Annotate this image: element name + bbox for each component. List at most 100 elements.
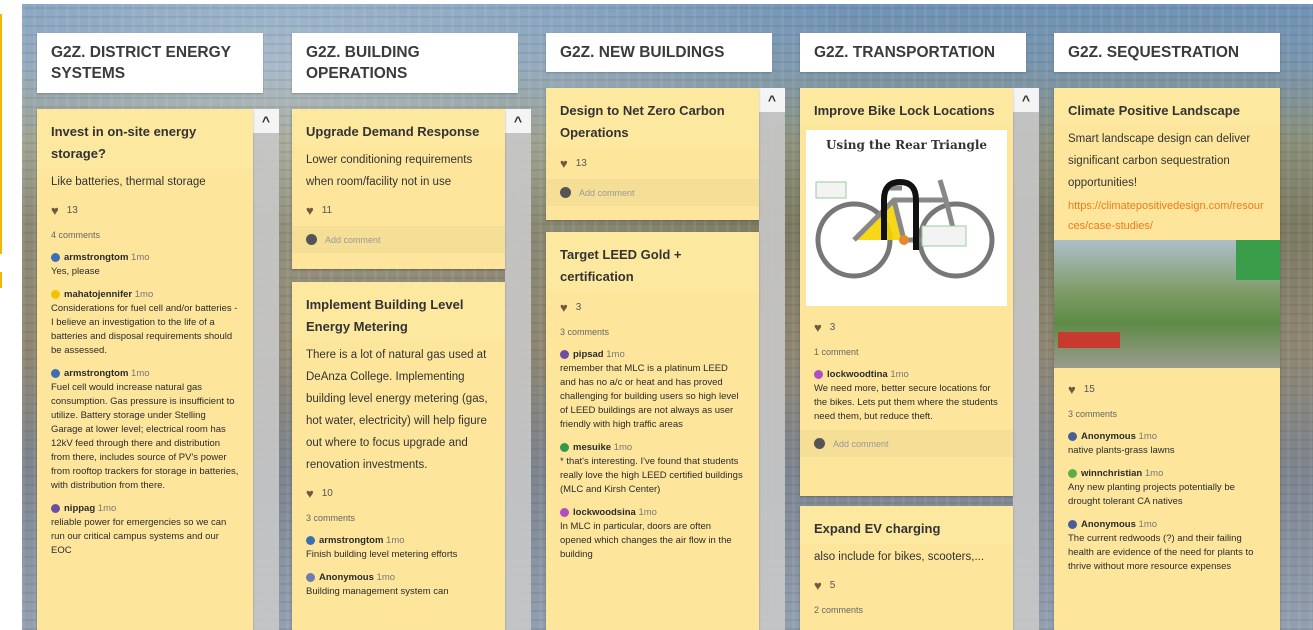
case-studies-link[interactable]: https://climatepositivedesign.com/resour… [1054, 196, 1280, 236]
heart-icon[interactable]: ♥ [814, 320, 822, 335]
comment: Anonymous 1mo Building management system … [292, 568, 505, 605]
image-caption: Using the Rear Triangle [825, 138, 988, 152]
comments-count[interactable]: 4 comments [37, 226, 253, 248]
card[interactable]: Upgrade Demand Response Lower conditioni… [292, 109, 505, 269]
comment: nippag 1mo reliable power for emergencies… [37, 499, 253, 564]
card[interactable]: Target LEED Gold + certification ♥ 3 3 co… [546, 232, 759, 630]
comment: Anonymous 1mo native plants-grass lawns [1054, 427, 1280, 464]
scroll-up-chevron-icon[interactable]: ^ [505, 109, 531, 133]
red-label-tag [1058, 332, 1120, 348]
green-corner-badge [1236, 240, 1280, 280]
column-scrollbar[interactable]: ^ [759, 88, 785, 630]
user-avatar-icon [560, 187, 571, 198]
bike-lock-image[interactable]: Using the Rear Triangle [806, 130, 1007, 306]
comment-author: nippag [64, 503, 96, 514]
like-row[interactable]: ♥ 5 [800, 570, 1013, 601]
scroll-up-chevron-icon[interactable]: ^ [759, 88, 785, 112]
like-count: 13 [575, 158, 587, 169]
heart-icon[interactable]: ♥ [1068, 382, 1076, 397]
avatar [560, 442, 569, 452]
like-row[interactable]: ♥ 13 [37, 195, 253, 226]
card-description: also include for bikes, scooters,... [814, 551, 985, 563]
card[interactable]: Implement Building Level Energy Metering… [292, 282, 505, 630]
like-count: 3 [575, 302, 582, 313]
comment-time: 1mo [638, 507, 657, 518]
heart-icon[interactable]: ♥ [814, 578, 822, 593]
comment-time: 1mo [1138, 519, 1158, 530]
avatar [814, 369, 823, 379]
comments-count[interactable]: 3 comments [546, 323, 759, 345]
heart-icon[interactable]: ♥ [306, 486, 314, 501]
comment-author: Anonymous [319, 572, 374, 583]
scroll-up-chevron-icon[interactable]: ^ [253, 109, 279, 133]
add-comment[interactable]: Add comment [546, 179, 759, 206]
comment-text: * that's interesting. I've found that st… [560, 456, 743, 495]
comment-author: armstrongtom [64, 252, 129, 263]
comments-count[interactable]: 1 comment [800, 343, 1013, 365]
comment-author: armstrongtom [319, 535, 384, 546]
comment-author: pipsad [573, 349, 604, 360]
heart-icon[interactable]: ♥ [306, 203, 314, 218]
add-comment[interactable]: Add comment [292, 226, 505, 253]
avatar [1068, 431, 1077, 441]
add-comment[interactable]: Add comment [800, 430, 1013, 457]
like-count: 11 [321, 205, 333, 216]
comment-author: Anonymous [1081, 519, 1136, 530]
comment: armstrongtom 1mo Yes, please [37, 248, 253, 285]
column-header: G2Z. NEW BUILDINGS [546, 33, 772, 72]
comment-text: remember that MLC is a platinum LEED and… [560, 363, 739, 430]
like-count: 15 [1083, 384, 1095, 395]
like-count: 5 [829, 580, 836, 591]
like-row[interactable]: ♥ 13 [546, 148, 759, 179]
avatar [1068, 519, 1077, 529]
card[interactable]: Invest in on-site energy storage? Like b… [37, 109, 253, 630]
comment-text: Building management system can [306, 586, 449, 597]
comment-time: 1mo [131, 368, 150, 379]
bicycle-illustration [815, 178, 995, 279]
like-row[interactable]: ♥ 3 [800, 312, 1013, 343]
column-header: G2Z. BUILDING OPERATIONS [292, 33, 518, 93]
comment-text: In MLC in particular, doors are often op… [560, 521, 732, 560]
comment-text: The current redwoods (?) and their faili… [1068, 533, 1254, 572]
column-scrollbar[interactable]: ^ [505, 109, 531, 630]
card-title: Expand EV charging [800, 506, 1013, 544]
column-header: G2Z. SEQUESTRATION [1054, 33, 1280, 72]
like-count: 3 [829, 322, 836, 333]
like-row[interactable]: ♥ 10 [292, 478, 505, 509]
card-description: Lower conditioning requirements when roo… [306, 154, 473, 188]
avatar [306, 572, 315, 582]
scroll-up-chevron-icon[interactable]: ^ [1013, 88, 1039, 112]
like-row[interactable]: ♥ 3 [546, 292, 759, 323]
like-row[interactable]: ♥ 11 [292, 195, 505, 226]
comments-count[interactable]: 3 comments [292, 509, 505, 531]
column-header: G2Z. DISTRICT ENERGY SYSTEMS [37, 33, 263, 93]
comment-time: 1mo [131, 252, 150, 263]
avatar [51, 289, 60, 299]
heart-icon[interactable]: ♥ [560, 300, 568, 315]
comments-count[interactable]: 2 comments [800, 601, 1013, 623]
like-count: 13 [66, 205, 78, 216]
card-title: Design to Net Zero Carbon Operations [546, 88, 759, 148]
comment-text: native plants-grass lawns [1068, 445, 1175, 456]
heart-icon[interactable]: ♥ [51, 203, 59, 218]
card[interactable]: Improve Bike Lock Locations Using the Re… [800, 88, 1013, 496]
card-description: There is a lot of natural gas used at De… [306, 349, 488, 471]
comment: armstrongtom 1mo Finish building level me… [292, 531, 505, 568]
board-background: G2Z. DISTRICT ENERGY SYSTEMS ^ Invest in… [22, 4, 1313, 630]
comment: pipsad 1mo remember that MLC is a platinu… [546, 345, 759, 438]
comments-count[interactable]: 3 comments [1054, 405, 1280, 427]
column-scrollbar[interactable]: ^ [253, 109, 279, 630]
column-scrollbar[interactable]: ^ [1013, 88, 1039, 630]
comment-time: 1mo [606, 349, 625, 360]
comment-time: 1mo [1138, 431, 1158, 442]
card[interactable]: Expand EV charging also include for bike… [800, 506, 1013, 630]
avatar [51, 252, 60, 262]
landscape-image[interactable] [1054, 240, 1280, 368]
avatar [306, 535, 315, 545]
heart-icon[interactable]: ♥ [560, 156, 568, 171]
card[interactable]: Design to Net Zero Carbon Operations ♥ 13… [546, 88, 759, 220]
comment: lockwoodtina 1mo We need more, better sec… [800, 365, 1013, 430]
card[interactable]: Climate Positive Landscape Smart landsca… [1054, 88, 1280, 630]
like-row[interactable]: ♥ 15 [1054, 374, 1280, 405]
add-comment-placeholder: Add comment [325, 234, 381, 245]
